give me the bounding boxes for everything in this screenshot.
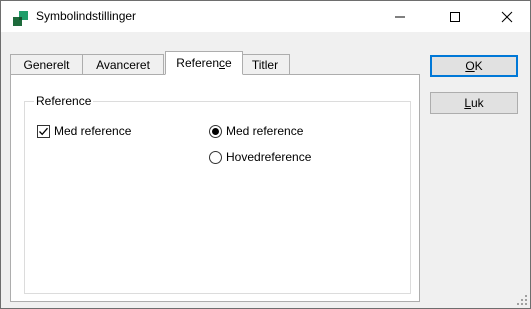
luk-mnemonic: L xyxy=(464,96,471,110)
maximize-icon xyxy=(450,11,460,22)
window-title: Symbolindstillinger xyxy=(36,9,137,23)
dialog-window: Symbolindstillinger Generelt Avanceret R… xyxy=(0,0,531,309)
med-reference-checkbox[interactable]: Med reference xyxy=(37,124,131,138)
minimize-icon xyxy=(395,16,405,17)
tab-generelt[interactable]: Generelt xyxy=(10,54,83,74)
radio-med-reference[interactable]: Med reference xyxy=(209,124,303,138)
tab-strip: Generelt Avanceret Reference Titler xyxy=(10,51,420,76)
checkbox-box[interactable] xyxy=(37,124,50,138)
close-icon xyxy=(501,11,513,22)
maximize-button[interactable] xyxy=(432,1,478,32)
radio-hovedreference[interactable]: Hovedreference xyxy=(209,150,311,164)
radio-button[interactable] xyxy=(209,150,222,164)
tab-reference-label-start: Referen xyxy=(176,56,219,70)
resize-grip-icon[interactable] xyxy=(516,294,528,309)
radio-button-selected[interactable] xyxy=(209,124,222,138)
groupbox-legend: Reference xyxy=(34,94,94,108)
checkbox-label: Med reference xyxy=(54,124,132,138)
ok-label-rest: K xyxy=(474,59,483,73)
tab-reference[interactable]: Reference xyxy=(165,51,243,75)
tab-titler[interactable]: Titler xyxy=(240,54,290,74)
radio-label: Med reference xyxy=(226,124,304,138)
luk-button[interactable]: Luk xyxy=(430,92,518,114)
luk-label-rest: uk xyxy=(471,96,484,110)
tab-reference-label-end: e xyxy=(225,56,232,70)
ok-mnemonic: O xyxy=(465,59,475,73)
title-bar[interactable]: Symbolindstillinger xyxy=(1,1,530,32)
ok-button[interactable]: OK xyxy=(430,55,518,77)
radio-dot xyxy=(212,127,219,135)
checkmark-icon xyxy=(39,127,48,135)
app-icon xyxy=(13,10,29,26)
tab-page-reference: Reference Med reference Med reference Ho… xyxy=(10,74,420,302)
minimize-button[interactable] xyxy=(377,1,423,32)
tab-avanceret[interactable]: Avanceret xyxy=(82,54,164,74)
close-button[interactable] xyxy=(484,1,530,32)
radio-label: Hovedreference xyxy=(226,150,312,164)
